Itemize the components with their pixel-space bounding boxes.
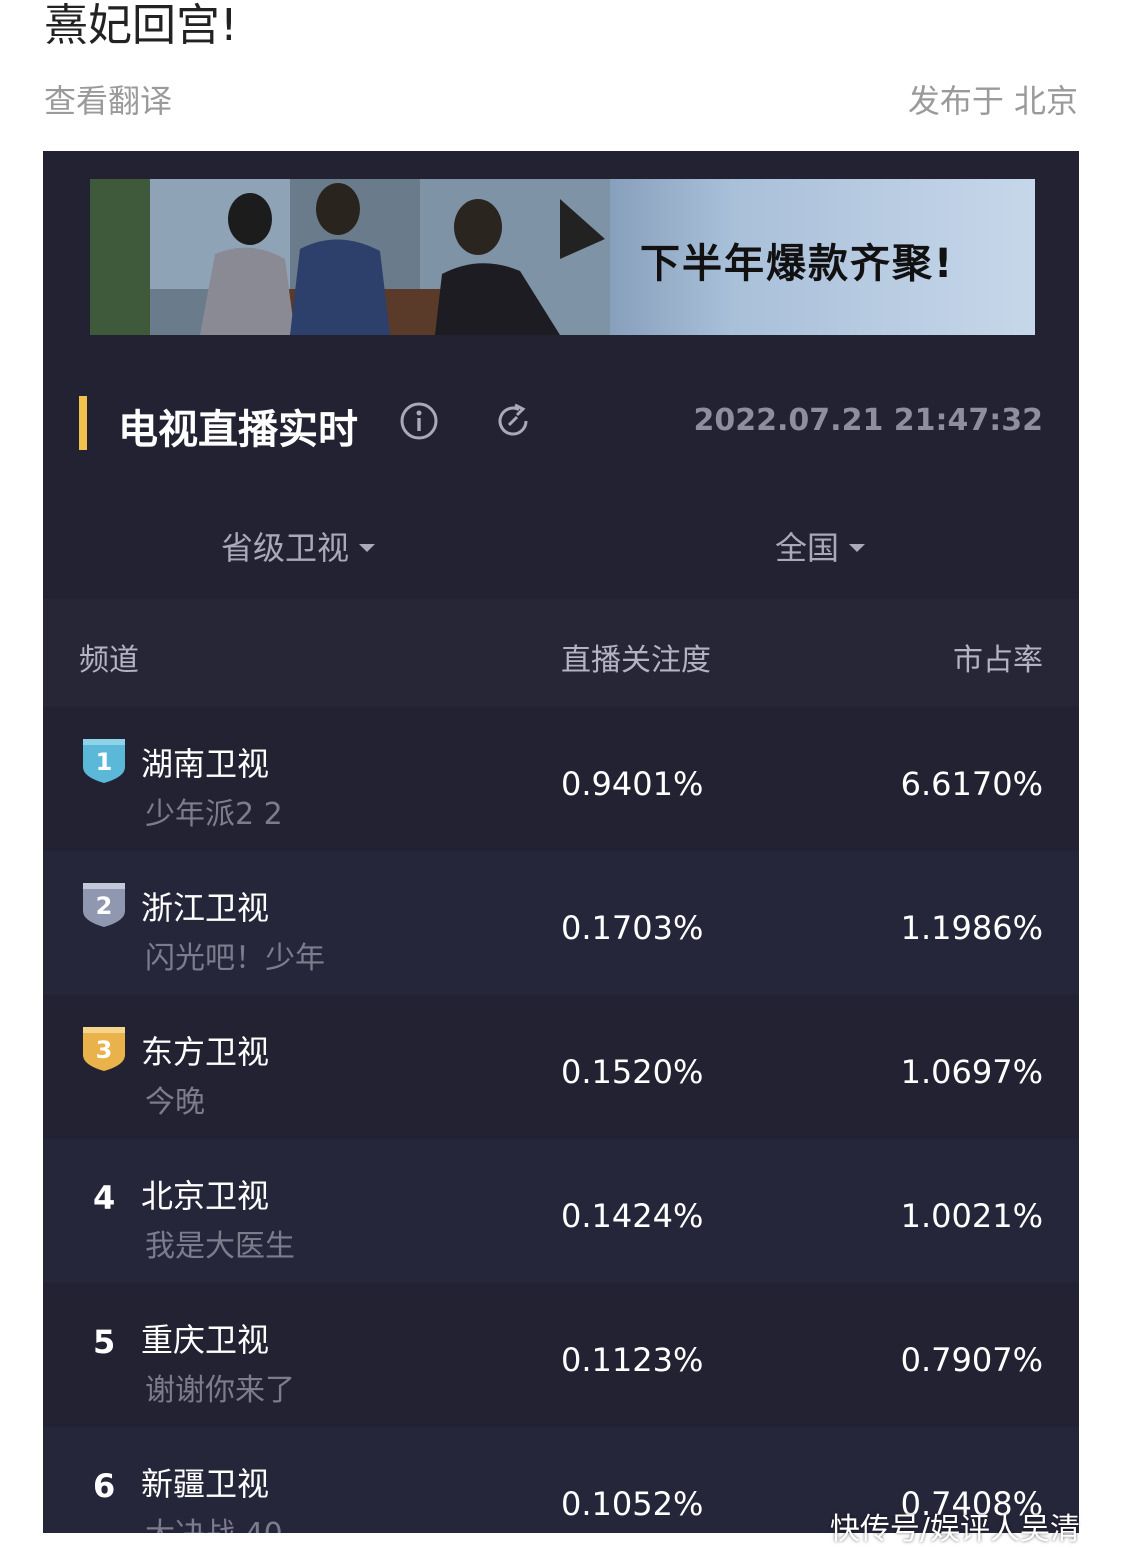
channel-name: 新疆卫视	[141, 1465, 270, 1503]
program-name: 今晚	[145, 1085, 205, 1120]
section-title: 电视直播实时	[118, 407, 358, 453]
rank-number: 1	[96, 748, 113, 776]
table-row[interactable]: 5 重庆卫视 谢谢你来了 0.1123% 0.7907%	[43, 1283, 1079, 1427]
table-row[interactable]: 3 东方卫视 今晚 0.1520% 1.0697%	[43, 995, 1079, 1139]
share-value: 0.7907%	[900, 1341, 1043, 1379]
table-header: 频道 直播关注度 市占率	[43, 599, 1079, 707]
channel-name: 湖南卫视	[141, 745, 270, 783]
table-row[interactable]: 4 北京卫视 我是大医生 0.1424% 1.0021%	[43, 1139, 1079, 1283]
post-location: 发布于 北京	[907, 82, 1078, 120]
rank-number: 5	[93, 1323, 116, 1361]
info-icon[interactable]	[399, 401, 439, 441]
tv-ratings-card: 下半年爆款齐聚! 电视直播实时 2022.07.21 21:47:32 省级卫视…	[43, 151, 1079, 1533]
post-title: 熹妃回宫!	[44, 0, 238, 51]
section-accent-bar	[79, 396, 87, 450]
category-filter-dropdown[interactable]: 省级卫视	[221, 523, 376, 569]
share-value: 1.0697%	[900, 1053, 1043, 1091]
attention-value: 0.1424%	[561, 1197, 704, 1235]
banner-slogan: 下半年爆款齐聚!	[640, 241, 955, 287]
attention-value: 0.1520%	[561, 1053, 704, 1091]
caret-down-icon	[849, 544, 866, 552]
rank-number: 6	[93, 1467, 116, 1505]
attention-value: 0.1703%	[561, 909, 704, 947]
attention-value: 0.1123%	[561, 1341, 704, 1379]
region-filter-label: 全国	[775, 529, 840, 567]
program-name: 闪光吧！少年	[145, 941, 325, 976]
rank-2-badge-icon: 2	[83, 883, 125, 927]
caret-down-icon	[359, 544, 376, 552]
channel-name: 重庆卫视	[141, 1321, 270, 1359]
table-row[interactable]: 1 湖南卫视 少年派2 2 0.9401% 6.6170%	[43, 707, 1079, 851]
attention-value: 0.9401%	[561, 765, 704, 803]
column-header-attention[interactable]: 直播关注度	[561, 635, 711, 679]
rank-1-badge-icon: 1	[83, 739, 125, 783]
share-value: 1.1986%	[900, 909, 1043, 947]
rank-3-badge-icon: 3	[83, 1027, 125, 1071]
promo-banner[interactable]: 下半年爆款齐聚!	[90, 179, 1035, 335]
program-name: 谢谢你来了	[145, 1373, 295, 1408]
share-value: 6.6170%	[900, 765, 1043, 803]
source-watermark: 快传号/娱评人吴清	[829, 1512, 1080, 1547]
region-filter-dropdown[interactable]: 全国	[775, 523, 866, 569]
channel-name: 东方卫视	[141, 1033, 270, 1071]
channel-name: 北京卫视	[141, 1177, 270, 1215]
rank-number: 2	[96, 892, 113, 920]
program-name: 大决战 40	[145, 1509, 283, 1533]
program-name: 少年派2 2	[145, 797, 283, 832]
banner-photo	[90, 179, 610, 335]
share-value: 1.0021%	[900, 1197, 1043, 1235]
rank-number: 4	[93, 1179, 116, 1217]
table-row[interactable]: 2 浙江卫视 闪光吧！少年 0.1703% 1.1986%	[43, 851, 1079, 995]
channel-name: 浙江卫视	[141, 889, 270, 927]
attention-value: 0.1052%	[561, 1485, 704, 1523]
category-filter-label: 省级卫视	[221, 529, 350, 567]
column-header-share[interactable]: 市占率	[953, 635, 1043, 679]
program-name: 我是大医生	[145, 1229, 295, 1264]
translate-link[interactable]: 查看翻译	[44, 76, 172, 122]
timestamp: 2022.07.21 21:47:32	[693, 403, 1043, 438]
column-header-channel: 频道	[79, 643, 139, 678]
refresh-icon[interactable]	[493, 401, 533, 441]
rank-number: 3	[96, 1036, 113, 1064]
